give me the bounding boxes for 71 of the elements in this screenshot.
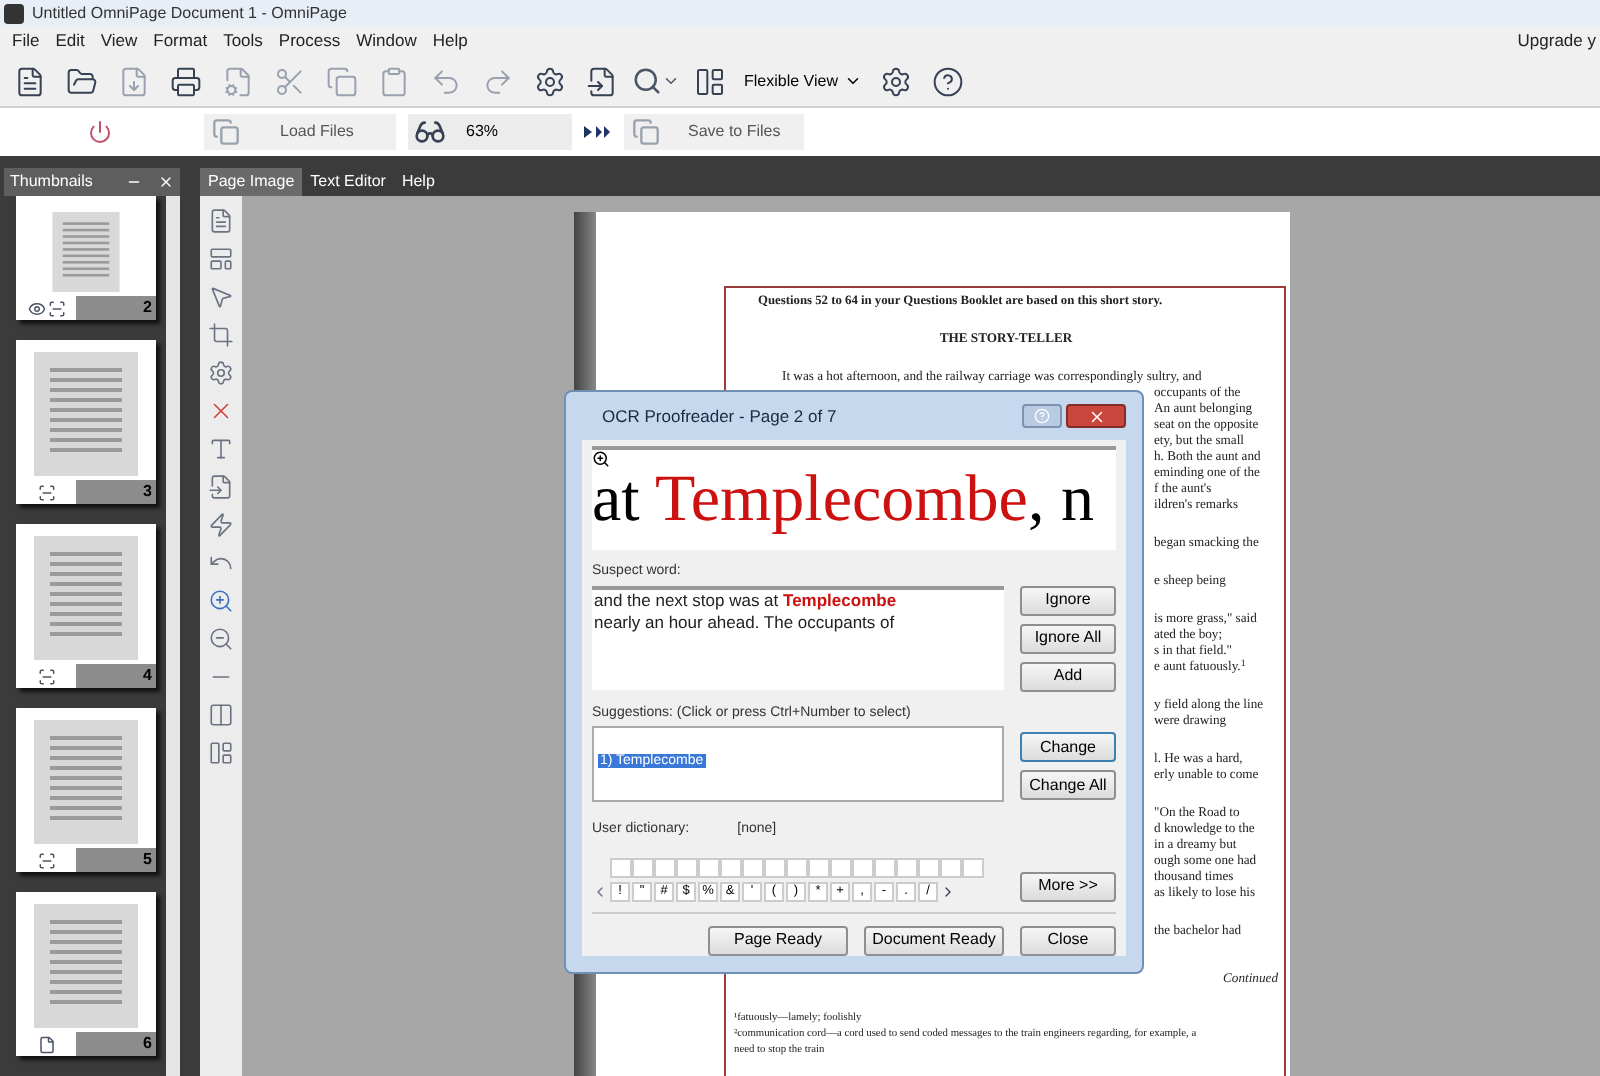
dialog-button[interactable]: Document Ready bbox=[864, 925, 1004, 955]
dialog-button[interactable]: Page Ready bbox=[708, 925, 848, 955]
dialog-button[interactable]: Close bbox=[1020, 925, 1116, 955]
caret-icon bbox=[662, 72, 680, 90]
caret-icon bbox=[843, 72, 862, 90]
zoom-level: 63% bbox=[466, 120, 499, 144]
page-preview bbox=[34, 904, 138, 1028]
search-icon bbox=[632, 66, 662, 96]
page-preview bbox=[34, 352, 138, 476]
suspect-text-box[interactable]: and the next stop was at Templecombe nearly an hour ahead. The occupants of bbox=[592, 585, 1004, 689]
text-icon[interactable] bbox=[208, 436, 234, 462]
save-files-button[interactable]: Save to Files bbox=[624, 114, 804, 150]
dialog-button[interactable]: Add bbox=[1020, 661, 1116, 691]
menu-item[interactable]: Format bbox=[145, 28, 216, 54]
gear-icon[interactable] bbox=[208, 360, 234, 386]
menu-item[interactable]: Process bbox=[270, 28, 349, 54]
page-number: 3 bbox=[76, 480, 156, 504]
page-thumbnail[interactable]: 3 bbox=[16, 340, 156, 504]
page-thumbnail[interactable]: 2 bbox=[16, 196, 156, 320]
close-button[interactable] bbox=[1066, 404, 1126, 428]
search-dropdown[interactable] bbox=[632, 66, 680, 96]
page-number: 6 bbox=[76, 1032, 156, 1056]
menu-item[interactable]: Window bbox=[348, 28, 425, 54]
page-number: 5 bbox=[76, 848, 156, 872]
word-image-text: at Templecombe, n bbox=[592, 464, 1094, 536]
app-icon bbox=[4, 3, 24, 23]
window-title: Untitled OmniPage Document 1 - OmniPage bbox=[32, 1, 347, 25]
files-icon bbox=[632, 118, 660, 146]
zoom-out-icon[interactable] bbox=[208, 626, 234, 652]
menu-item[interactable]: Edit bbox=[47, 28, 93, 54]
lightning-icon[interactable] bbox=[208, 512, 234, 538]
zoom-in-icon[interactable] bbox=[208, 588, 234, 614]
power-icon[interactable] bbox=[88, 120, 112, 144]
scrollbar[interactable] bbox=[166, 196, 180, 1076]
page-preview bbox=[34, 720, 138, 844]
play-icon[interactable] bbox=[584, 124, 612, 140]
panel-title: Thumbnails bbox=[10, 170, 95, 194]
menu-item[interactable]: Help bbox=[424, 28, 476, 54]
dialog-button[interactable]: Change All bbox=[1020, 770, 1116, 800]
page-thumbnail[interactable]: 5 bbox=[16, 708, 156, 872]
columns-icon[interactable] bbox=[208, 702, 234, 728]
close-icon bbox=[1087, 407, 1105, 425]
dialog-button[interactable]: Ignore bbox=[1020, 585, 1116, 615]
page-number: 4 bbox=[76, 664, 156, 688]
page-preview bbox=[34, 536, 138, 660]
menu-item[interactable]: File bbox=[4, 28, 48, 54]
pointer-icon[interactable] bbox=[208, 284, 234, 310]
page-thumbnail[interactable]: 4 bbox=[16, 524, 156, 688]
help-icon bbox=[1034, 408, 1050, 424]
menu-item[interactable]: View bbox=[92, 28, 146, 54]
close-icon[interactable] bbox=[158, 174, 174, 190]
glasses-icon bbox=[414, 116, 446, 148]
dialog-button[interactable]: Ignore All bbox=[1020, 623, 1116, 653]
dialog-title: OCR Proofreader - Page 2 of 7 bbox=[600, 403, 839, 429]
close-icon[interactable] bbox=[208, 398, 234, 424]
dialog-button[interactable]: Change bbox=[1020, 732, 1116, 762]
menu-item[interactable]: Tools bbox=[215, 28, 271, 54]
help-button[interactable] bbox=[1022, 404, 1062, 428]
tab[interactable]: Help bbox=[393, 168, 443, 196]
more-button[interactable]: More >> bbox=[1020, 871, 1116, 901]
view-dropdown[interactable]: Flexible View bbox=[740, 69, 866, 93]
upgrade-link[interactable]: Upgrade y bbox=[1517, 28, 1596, 54]
files-icon bbox=[212, 118, 240, 146]
suspect-text: and the next stop was at Templecombe nearly an hour ahead. The occupants of bbox=[594, 589, 897, 631]
tab[interactable]: Page Image bbox=[200, 168, 303, 196]
zoom-icon[interactable] bbox=[592, 450, 610, 468]
load-files-button[interactable]: Load Files bbox=[204, 114, 396, 150]
page-thumbnail[interactable]: 6 bbox=[16, 892, 156, 1056]
tab[interactable]: Text Editor bbox=[302, 168, 394, 196]
page-number: 2 bbox=[76, 296, 156, 320]
crop-icon[interactable] bbox=[208, 322, 234, 348]
